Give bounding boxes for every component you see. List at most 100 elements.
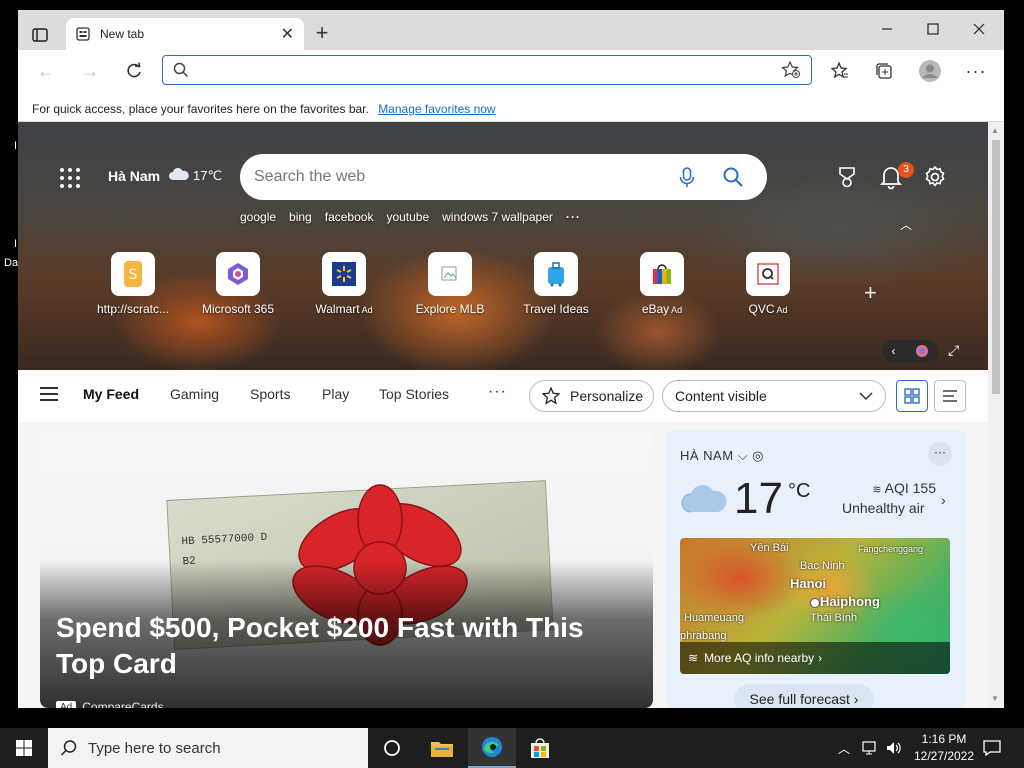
aqi-icon: ≋ [688, 651, 699, 665]
grid-layout-button[interactable] [896, 380, 928, 412]
chevron-right-icon[interactable]: › [941, 492, 946, 508]
address-input[interactable] [197, 58, 777, 82]
show-hidden-icons-chevron-up-icon[interactable]: ︿ [838, 740, 850, 757]
page-scrollbar[interactable]: ▲ ▼ [988, 122, 1004, 708]
weather-more-options-button[interactable]: ··· [928, 442, 952, 466]
cortana-button[interactable] [368, 728, 416, 768]
settings-more-button[interactable]: ··· [962, 58, 990, 84]
volume-icon[interactable] [886, 740, 902, 756]
quick-search-link[interactable]: windows 7 wallpaper [442, 210, 553, 224]
chevron-right-icon: › [818, 651, 823, 665]
new-tab-button[interactable]: + [310, 22, 334, 46]
tab-top-stories[interactable]: Top Stories [379, 386, 449, 402]
chevron-right-icon: › [853, 691, 859, 707]
feed-menu-icon[interactable] [40, 387, 58, 401]
weather-temperature-small[interactable]: 17℃ [193, 168, 222, 184]
back-button[interactable]: ← [32, 58, 60, 84]
microphone-icon[interactable] [676, 166, 698, 188]
image-credit-icon[interactable] [915, 344, 929, 358]
taskbar-search-input[interactable] [88, 739, 348, 757]
quick-link-tile[interactable]: QVC Ad [720, 252, 816, 316]
more-aq-info-label: More AQ info nearby [704, 651, 815, 665]
walmart-icon [322, 252, 366, 296]
store-button[interactable] [516, 728, 564, 768]
quick-link-tile[interactable]: Walmart Ad [296, 252, 392, 316]
quick-link-tile[interactable]: eBay Ad [614, 252, 710, 316]
apps-launcher-icon[interactable] [60, 168, 80, 188]
air-quality-map[interactable]: Yên Bái Fangchenggang Bac Ninh Hanoi Hai… [680, 538, 950, 674]
personalize-button[interactable]: Personalize [529, 380, 654, 412]
favorites-button[interactable] [826, 58, 854, 84]
content-visibility-value: Content visible [675, 388, 767, 404]
favorites-bar-message: For quick access, place your favorites h… [32, 102, 369, 116]
collapse-quick-links-icon[interactable]: ︿ [900, 216, 912, 233]
scroll-up-icon[interactable]: ▲ [991, 126, 999, 135]
address-bar[interactable] [162, 55, 812, 85]
quick-search-more-icon[interactable]: ··· [566, 210, 581, 224]
web-search-input[interactable] [254, 166, 654, 188]
quick-link-tile[interactable]: S http://scratc... [85, 252, 181, 316]
quick-search-link[interactable]: youtube [386, 210, 429, 224]
start-button[interactable] [0, 728, 48, 768]
system-clock[interactable]: 1:16 PM 12/27/2022 [908, 731, 980, 765]
tab-new-tab[interactable]: New tab ✕ [66, 18, 304, 50]
background-carousel-control[interactable]: ‹ [882, 340, 938, 362]
rewards-icon[interactable] [834, 164, 860, 190]
forward-button[interactable]: → [76, 58, 104, 84]
close-window-button[interactable] [956, 14, 1002, 44]
location-pin-icon [810, 598, 820, 608]
sponsored-article-card[interactable]: HB 55577000 D B2 Spend $500, Pock [40, 430, 653, 708]
aqi-value[interactable]: ≋ AQI 155 [856, 480, 936, 496]
weather-card-location[interactable]: HÀ NAM ⌵ ◎ [680, 448, 764, 464]
add-favorite-icon[interactable] [781, 61, 801, 79]
profile-button[interactable] [916, 58, 944, 84]
edge-taskbar-button[interactable] [468, 728, 516, 768]
map-label: Haiphong [820, 594, 880, 609]
tile-label: Travel Ideas [523, 302, 589, 316]
tab-gaming[interactable]: Gaming [170, 386, 219, 402]
tab-my-feed[interactable]: My Feed [83, 386, 139, 402]
collections-button[interactable] [870, 58, 898, 84]
quick-search-links: google bing facebook youtube windows 7 w… [240, 210, 581, 224]
grid-layout-icon [904, 388, 920, 404]
quick-link-tile[interactable]: Explore MLB [402, 252, 498, 316]
quick-link-tile[interactable]: Travel Ideas [508, 252, 604, 316]
quick-link-tile[interactable]: Microsoft 365 [190, 252, 286, 316]
cortana-circle-icon [384, 740, 400, 756]
chevron-left-icon[interactable]: ‹ [892, 344, 896, 358]
taskbar-search-box[interactable] [48, 728, 368, 768]
manage-favorites-link[interactable]: Manage favorites now [378, 102, 495, 116]
close-tab-icon[interactable]: ✕ [281, 24, 294, 44]
weather-unit[interactable]: °C [788, 480, 810, 503]
tile-label: Microsoft 365 [201, 302, 275, 316]
more-aq-info-link[interactable]: ≋ More AQ info nearby › [680, 642, 950, 674]
web-search-box[interactable] [240, 154, 767, 200]
feed-more-icon[interactable]: ··· [488, 383, 507, 401]
weather-location[interactable]: Hà Nam [108, 168, 160, 184]
tile-label: http://scratc... [96, 302, 170, 316]
tab-actions-button[interactable] [24, 19, 56, 51]
file-explorer-button[interactable] [418, 728, 466, 768]
add-site-icon[interactable]: + [864, 280, 877, 306]
refresh-button[interactable] [120, 58, 148, 84]
tab-sports[interactable]: Sports [250, 386, 290, 402]
expand-icon[interactable]: ⤢ [948, 342, 959, 359]
see-full-forecast-button[interactable]: See full forecast › [734, 684, 874, 708]
tab-play[interactable]: Play [322, 386, 349, 402]
content-visibility-dropdown[interactable]: Content visible [662, 380, 886, 412]
quick-search-link[interactable]: google [240, 210, 276, 224]
list-layout-button[interactable] [934, 380, 966, 412]
minimize-button[interactable] [864, 14, 910, 44]
web-search-icon[interactable] [722, 166, 744, 188]
maximize-button[interactable] [910, 14, 956, 44]
page-settings-gear-icon[interactable] [922, 164, 948, 190]
folder-icon [431, 742, 453, 757]
scrollbar-thumb[interactable] [992, 140, 1000, 394]
scroll-down-icon[interactable]: ▼ [991, 694, 999, 703]
quick-search-link[interactable]: bing [289, 210, 312, 224]
aqi-status: Unhealthy air [842, 500, 925, 516]
quick-search-link[interactable]: facebook [325, 210, 374, 224]
network-icon[interactable] [862, 740, 880, 756]
action-center-icon[interactable] [983, 740, 1001, 756]
card-headline[interactable]: Spend $500, Pocket $200 Fast with This T… [56, 610, 636, 682]
